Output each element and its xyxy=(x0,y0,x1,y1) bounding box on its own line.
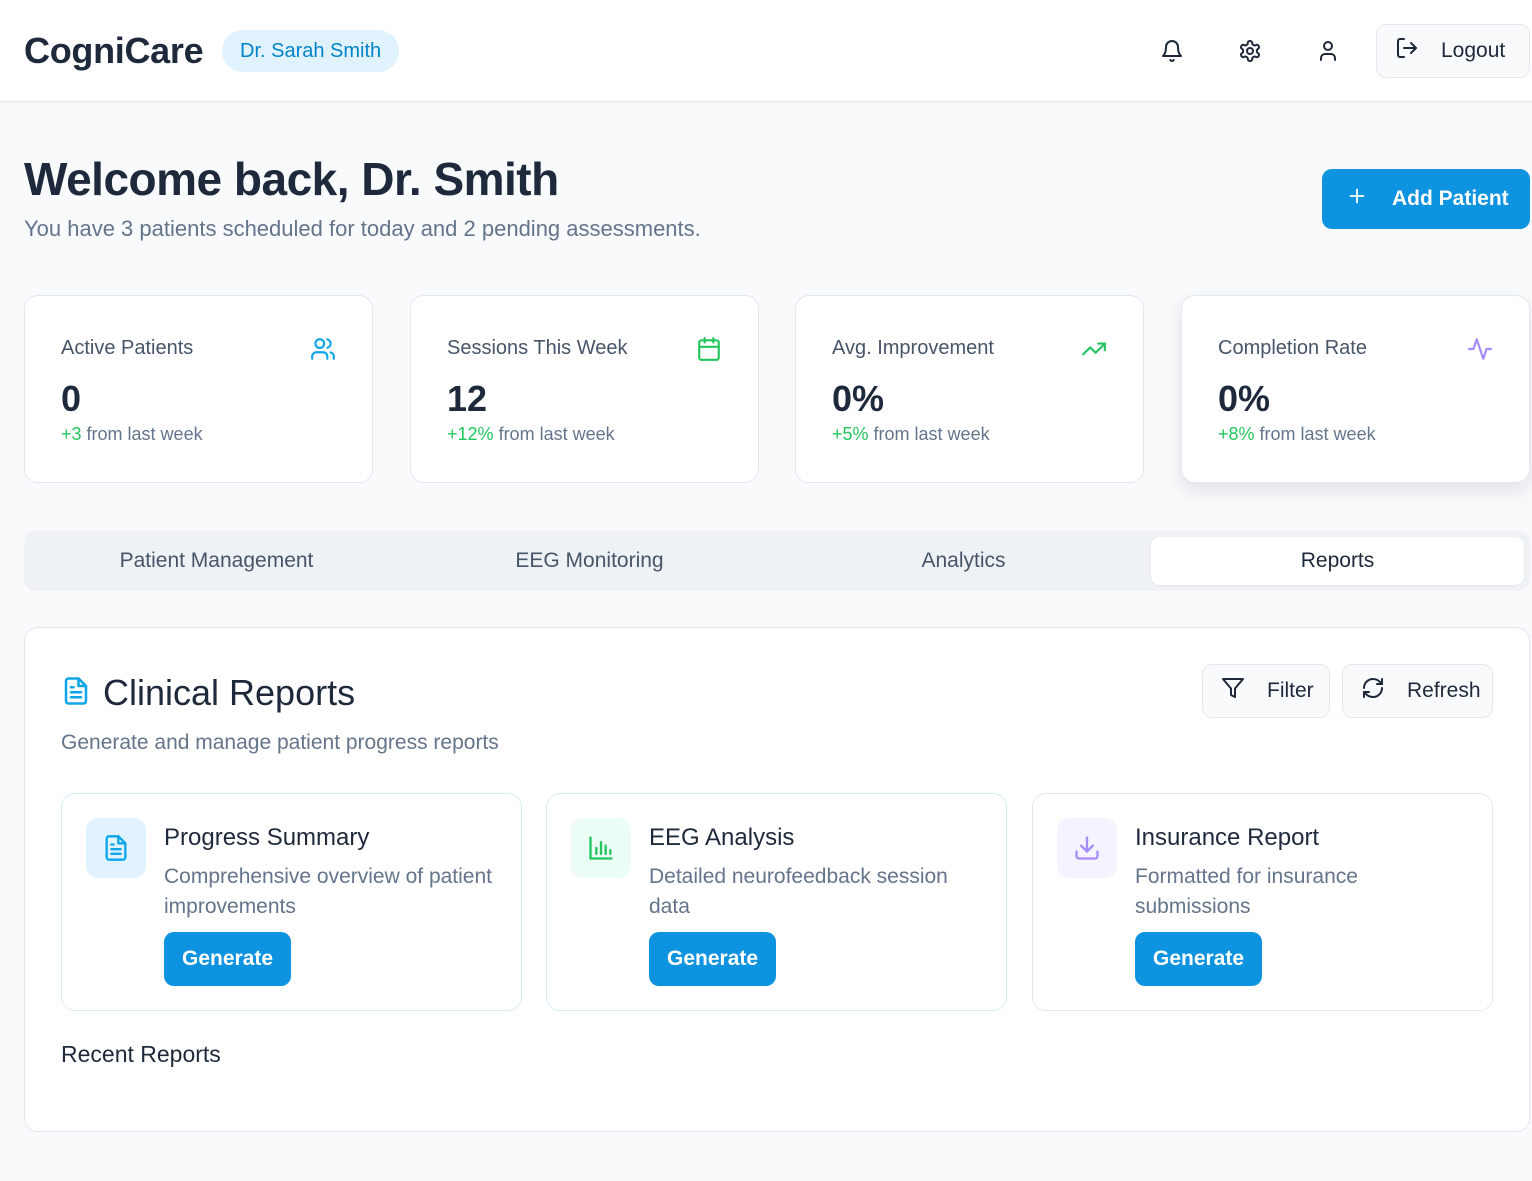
report-card-insurance: Insurance Report Formatted for insurance… xyxy=(1032,793,1493,1011)
filter-button[interactable]: Filter xyxy=(1202,664,1330,718)
generate-button[interactable]: Generate xyxy=(649,932,777,986)
panel-subtitle: Generate and manage patient progress rep… xyxy=(61,731,499,754)
stat-delta: +12% from last week xyxy=(447,424,615,445)
refresh-button[interactable]: Refresh xyxy=(1342,664,1493,718)
filter-icon xyxy=(1221,676,1245,706)
report-card-description: Detailed neurofeedback session data xyxy=(649,865,948,918)
stat-label: Completion Rate xyxy=(1218,337,1367,359)
stat-value: 12 xyxy=(447,378,488,419)
download-icon xyxy=(1057,818,1117,878)
logout-button[interactable]: Logout xyxy=(1376,24,1530,78)
refresh-label: Refresh xyxy=(1407,679,1481,702)
bell-icon[interactable] xyxy=(1152,31,1192,71)
activity-icon xyxy=(1467,336,1493,362)
stat-delta: +3 from last week xyxy=(61,424,203,445)
stat-label: Avg. Improvement xyxy=(832,337,994,359)
generate-button[interactable]: Generate xyxy=(1135,932,1263,986)
report-card-eeg-analysis: EEG Analysis Detailed neurofeedback sess… xyxy=(546,793,1007,1011)
add-patient-label: Add Patient xyxy=(1392,187,1509,210)
stat-label: Active Patients xyxy=(61,337,194,359)
stat-delta-suffix: from last week xyxy=(873,424,990,444)
stat-card-completion-rate: Completion Rate 0% +8% from last week xyxy=(1181,295,1530,483)
report-card-title: Progress Summary xyxy=(164,824,370,851)
report-card-description: Formatted for insurance submissions xyxy=(1135,865,1358,918)
stat-delta-suffix: from last week xyxy=(86,424,203,444)
stat-delta: +5% from last week xyxy=(832,424,990,445)
document-icon xyxy=(86,818,146,878)
tab-patient-management[interactable]: Patient Management xyxy=(30,537,403,585)
stat-card-sessions: Sessions This Week 12 +12% from last wee… xyxy=(410,295,759,483)
trending-up-icon xyxy=(1081,336,1107,362)
users-icon xyxy=(310,336,336,362)
panel-title: Clinical Reports xyxy=(103,672,356,713)
plus-icon xyxy=(1346,185,1368,213)
recent-reports-heading: Recent Reports xyxy=(61,1041,221,1067)
calendar-icon xyxy=(696,336,722,362)
stat-card-active-patients: Active Patients 0 +3 from last week xyxy=(24,295,373,483)
logout-label: Logout xyxy=(1441,39,1506,62)
stat-value: 0% xyxy=(832,378,885,419)
document-icon xyxy=(61,676,91,711)
top-header: CogniCare Dr. Sarah Smith Logout xyxy=(0,0,1532,102)
refresh-icon xyxy=(1361,676,1385,706)
clinical-reports-panel: Clinical Reports Generate and manage pat… xyxy=(24,627,1530,1132)
logout-icon xyxy=(1395,36,1419,66)
stat-delta: +8% from last week xyxy=(1218,424,1376,445)
page-subtitle: You have 3 patients scheduled for today … xyxy=(24,216,701,241)
add-patient-button[interactable]: Add Patient xyxy=(1322,169,1530,229)
bar-chart-icon xyxy=(571,818,631,878)
stat-delta-value: +8% xyxy=(1218,424,1255,444)
report-card-title: Insurance Report xyxy=(1135,824,1320,851)
generate-button[interactable]: Generate xyxy=(164,932,292,986)
tab-analytics[interactable]: Analytics xyxy=(777,537,1150,585)
stat-delta-suffix: from last week xyxy=(1259,424,1376,444)
user-icon[interactable] xyxy=(1308,31,1348,71)
stat-delta-value: +5% xyxy=(832,424,869,444)
tab-reports[interactable]: Reports xyxy=(1151,537,1524,585)
filter-label: Filter xyxy=(1267,679,1314,702)
report-card-description: Comprehensive overview of patient improv… xyxy=(164,865,493,918)
report-card-progress-summary: Progress Summary Comprehensive overview … xyxy=(61,793,522,1011)
main-tabs: Patient Management EEG Monitoring Analyt… xyxy=(24,531,1530,591)
page-title: Welcome back, Dr. Smith xyxy=(24,153,559,205)
tab-eeg-monitoring[interactable]: EEG Monitoring xyxy=(403,537,776,585)
gear-icon[interactable] xyxy=(1230,31,1270,71)
stat-delta-value: +3 xyxy=(61,424,82,444)
stat-label: Sessions This Week xyxy=(447,337,628,359)
report-card-title: EEG Analysis xyxy=(649,824,795,851)
stat-value: 0% xyxy=(1218,378,1271,419)
stat-delta-suffix: from last week xyxy=(498,424,615,444)
doctor-badge: Dr. Sarah Smith xyxy=(222,30,400,72)
brand-logo[interactable]: CogniCare xyxy=(24,30,204,72)
stat-card-avg-improvement: Avg. Improvement 0% +5% from last week xyxy=(795,295,1144,483)
stat-value: 0 xyxy=(61,378,82,419)
stat-delta-value: +12% xyxy=(447,424,494,444)
